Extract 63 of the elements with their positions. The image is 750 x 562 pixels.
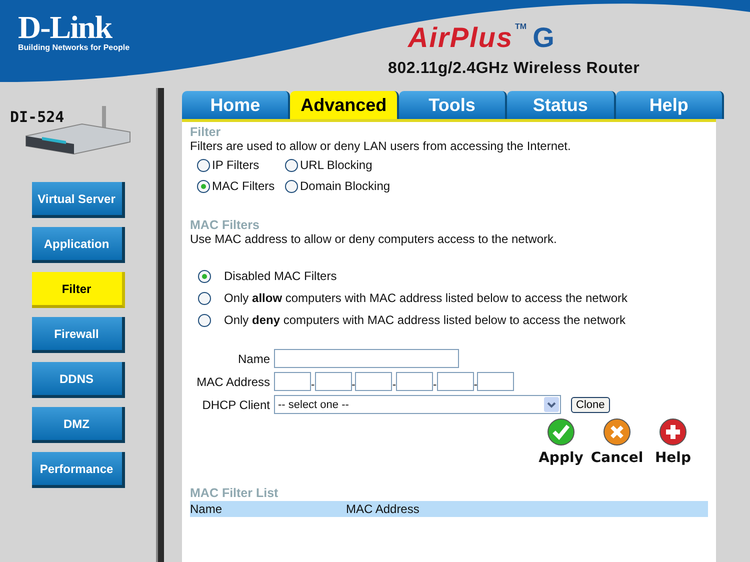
separator: - [433,380,437,391]
radio-button[interactable] [285,180,298,193]
radio-button[interactable] [198,314,211,326]
side-menu-button[interactable]: Filter [32,272,124,308]
radio-label: Domain Blocking [300,179,390,194]
dhcp-select[interactable]: -- select one -- [274,395,561,414]
separator: - [392,380,396,391]
radio-button[interactable] [198,292,211,304]
check-icon [547,418,575,446]
radio-label: IP Filters [212,158,260,173]
help-button[interactable]: Help [648,418,698,466]
separator: - [474,380,478,391]
side-menu-button[interactable]: DMZ [32,407,124,443]
nav-tab[interactable]: Status [507,91,616,119]
side-menu-button[interactable]: Application [32,227,124,263]
field-label: MAC Address [196,374,270,388]
mac-input[interactable] [355,372,392,391]
trademark: TM [515,22,527,31]
mac-input[interactable] [477,372,514,391]
radio-button[interactable] [197,159,210,172]
nav-tab[interactable]: Home [182,91,290,119]
model-name: DI-524 [10,108,64,126]
plus-icon [659,418,687,446]
product-name: AirPlus [408,22,514,54]
radio-label: MAC Filters [212,179,275,194]
section-description: Use MAC address to allow or deny computers access to the network. [190,232,558,247]
mac-input[interactable] [436,372,474,391]
section-title: MAC Filter List [190,486,280,500]
nav-tab[interactable]: Help [616,91,724,119]
side-menu-button[interactable]: Virtual Server [32,182,124,218]
separator: - [311,380,315,391]
apply-button[interactable]: Apply [536,418,586,466]
cancel-button[interactable]: Cancel [592,418,642,466]
column-header: Name [190,502,224,516]
tagline: Building Networks for People [18,43,131,52]
nav-tab[interactable]: Advanced [290,91,399,119]
mac-input[interactable] [274,372,311,391]
mac-input[interactable] [314,372,352,391]
subtitle: 802.11g/2.4GHz Wireless Router [388,60,640,78]
name-input[interactable] [274,349,459,368]
product-suffix: G [532,22,554,54]
section-title: Filter [190,125,222,139]
mac-input[interactable] [396,372,434,391]
radio-label: Only allow computers with MAC address listed below to access the network [224,291,628,305]
radio-button[interactable] [197,180,210,193]
radio-button[interactable] [285,159,298,172]
clone-button[interactable]: Clone [571,396,610,412]
radio-label: URL Blocking [300,158,372,173]
logo: D-Link [18,12,112,42]
field-label: Name [236,352,270,366]
section-title: MAC Filters [190,218,260,232]
column-header: MAC Address [346,502,420,516]
side-menu-button[interactable]: Firewall [32,317,124,353]
radio-button[interactable] [198,270,211,282]
separator: - [352,380,356,391]
radio-label: Disabled MAC Filters [224,269,337,283]
side-menu-button[interactable]: DDNS [32,362,124,398]
field-label: DHCP Client [201,398,270,412]
side-menu-button[interactable]: Performance [32,452,124,488]
close-icon [603,418,631,446]
radio-label: Only deny computers with MAC address listed below to access the network [224,313,626,327]
nav-tab[interactable]: Tools [398,91,508,119]
section-description: Filters are used to allow or deny LAN users from accessing the Internet. [190,139,572,154]
